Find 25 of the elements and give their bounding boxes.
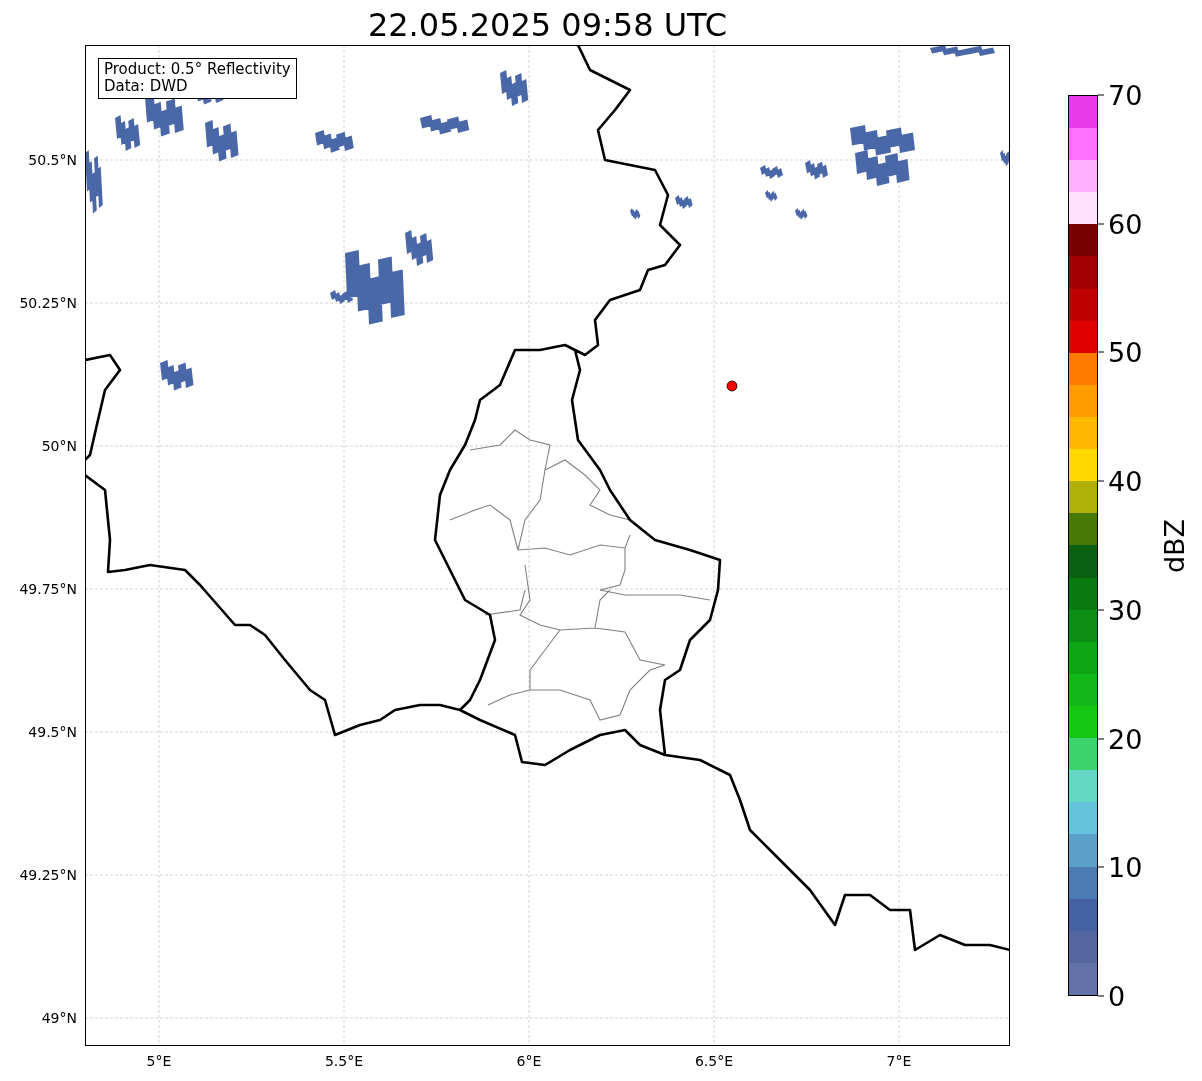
data-source-label: Data: DWD (104, 78, 189, 96)
colorbar-tick-label: 40 (1108, 467, 1143, 495)
colorbar-tick-label: 10 (1108, 853, 1143, 881)
product-label: Product: 0.5° Reflectivity (104, 61, 291, 79)
latitude-label: 49.5°N (28, 724, 77, 740)
longitude-label: 7°E (886, 1053, 912, 1069)
location-marker (726, 380, 738, 392)
longitude-label: 5°E (146, 1053, 172, 1069)
colorbar-tick-label: 20 (1108, 725, 1143, 753)
longitude-label: 6°E (516, 1053, 542, 1069)
latitude-label: 50.5°N (28, 152, 77, 168)
latitude-label: 50.25°N (19, 295, 77, 311)
latitude-label: 49°N (41, 1010, 77, 1026)
latitude-label: 50°N (41, 438, 77, 454)
longitude-label: 6.5°E (694, 1053, 734, 1069)
colorbar-label: dBZ (1160, 518, 1188, 573)
colorbar-tick-label: 0 (1108, 982, 1126, 1010)
colorbar-tick-label: 60 (1108, 210, 1143, 238)
latitude-label: 49.25°N (19, 867, 77, 883)
colorbar-tick-label: 70 (1108, 81, 1143, 109)
colorbar-tick-label: 50 (1108, 338, 1143, 366)
longitude-label: 5.5°E (324, 1053, 364, 1069)
latitude-label: 49.75°N (19, 581, 77, 597)
colorbar-tick-label: 30 (1108, 596, 1143, 624)
chart-title: 22.05.2025 09:58 UTC (367, 9, 728, 45)
